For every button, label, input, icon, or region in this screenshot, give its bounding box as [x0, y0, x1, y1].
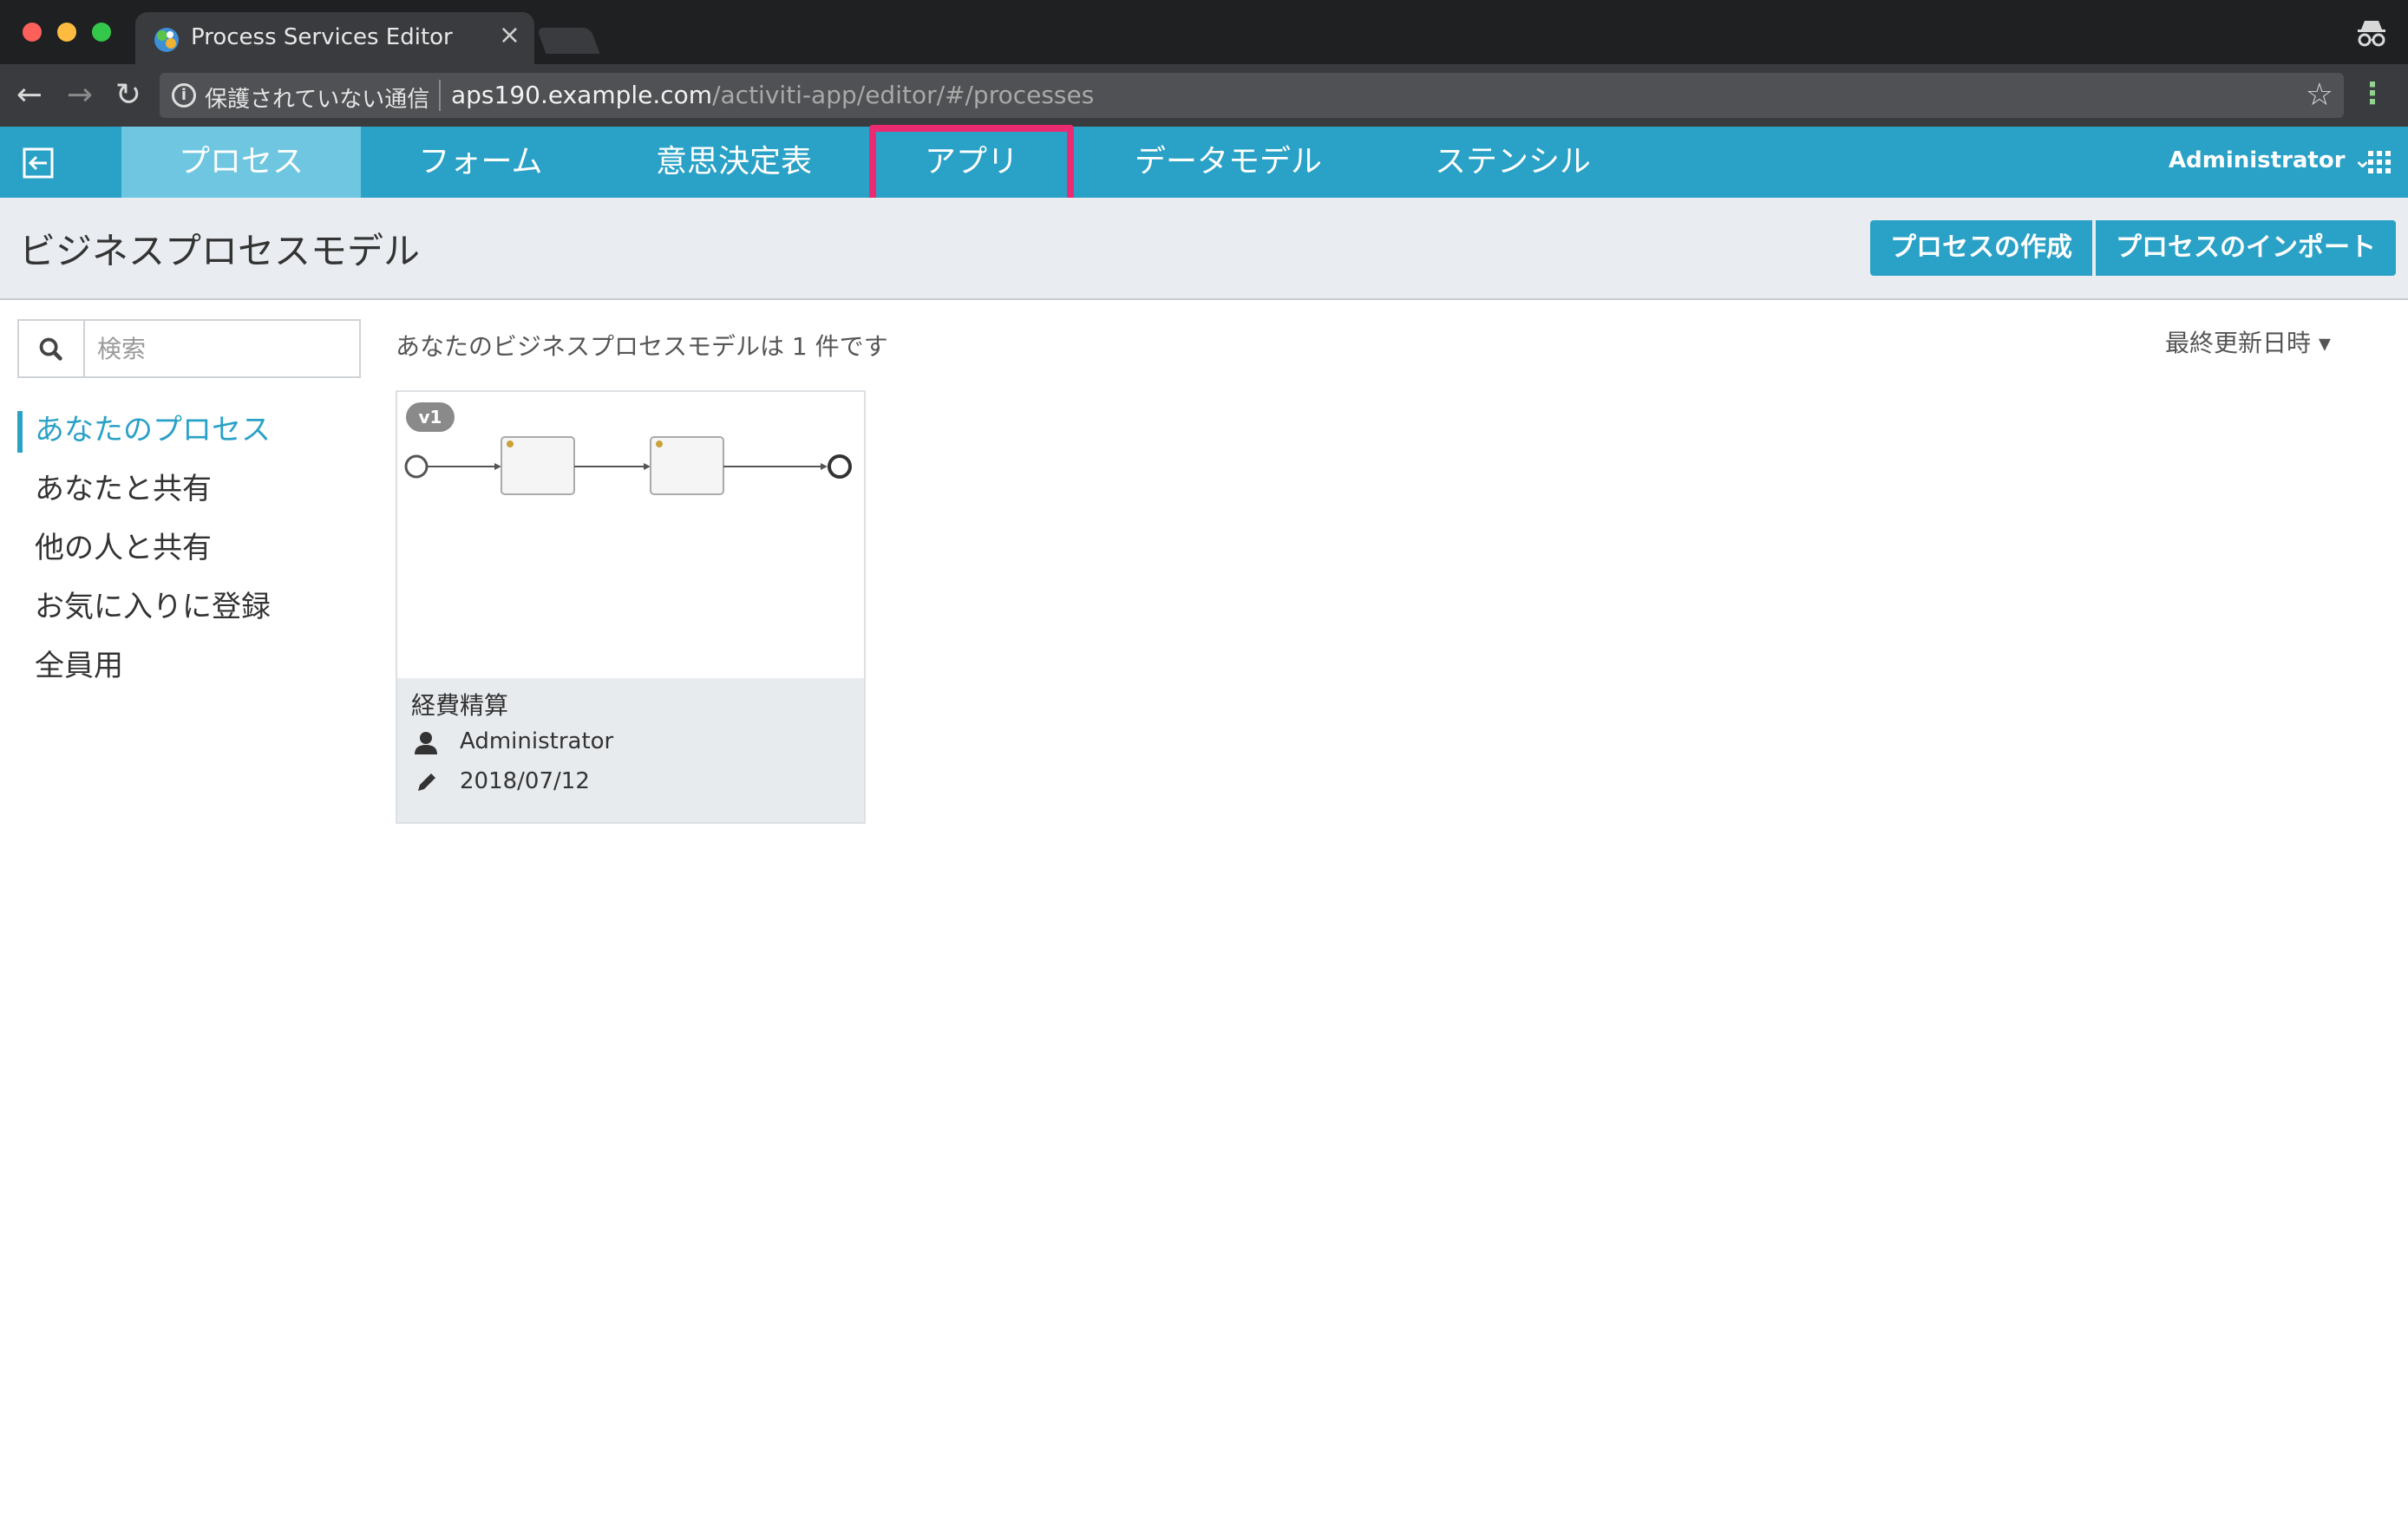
process-thumbnail: v1 — [404, 402, 852, 495]
caret-down-icon: ▾ — [2311, 329, 2331, 357]
start-event-icon — [404, 454, 429, 479]
filter-everyone[interactable]: 全員用 — [17, 640, 364, 699]
new-tab-button[interactable] — [536, 28, 600, 54]
address-bar[interactable]: i 保護されていない通信 aps190.example.com/activiti… — [160, 73, 2344, 118]
card-footer: 経費精算 Administrator 2018/07/12 — [397, 678, 864, 822]
browser-titlebar: Process Services Editor × — [0, 0, 2408, 66]
incognito-icon — [2358, 21, 2385, 47]
import-process-button[interactable]: プロセスのインポート — [2096, 220, 2396, 276]
tab-forms[interactable]: フォーム — [361, 127, 600, 198]
forward-arrow-icon[interactable]: → — [62, 78, 97, 113]
version-label: v1 — [419, 407, 442, 428]
tab-data-models[interactable]: データモデル — [1098, 127, 1358, 198]
address-divider — [439, 80, 441, 111]
user-icon — [415, 732, 437, 754]
tab-decision-tables[interactable]: 意思決定表 — [621, 127, 847, 198]
tab-close-icon[interactable]: × — [499, 23, 520, 49]
model-count-text: あなたのビジネスプロセスモデルは 1 件です — [396, 332, 888, 361]
favicon-icon — [154, 28, 179, 52]
filter-shared-with-you[interactable]: あなたと共有 — [17, 463, 364, 522]
sort-dropdown[interactable]: 最終更新日時 ▾ — [2165, 324, 2331, 359]
user-menu[interactable]: Administrator ⌄ — [2169, 147, 2372, 173]
page-header: ビジネスプロセスモデル プロセスの作成 プロセスのインポート — [0, 198, 2408, 300]
create-process-button[interactable]: プロセスの作成 — [1870, 220, 2092, 276]
url-host: aps190.example.com — [451, 81, 713, 109]
url-path: /activiti-app/editor/#/processes — [712, 81, 1095, 109]
sort-label: 最終更新日時 — [2165, 329, 2312, 357]
tab-processes[interactable]: プロセス — [121, 127, 361, 208]
back-to-landing-icon[interactable] — [21, 146, 56, 180]
end-event-icon — [828, 454, 852, 479]
browser-menu-icon[interactable]: ⋮ — [2358, 76, 2387, 111]
browser-toolbar: ← → ↻ i 保護されていない通信 aps190.example.com/ac… — [0, 64, 2408, 127]
tab-stencils[interactable]: ステンシル — [1393, 127, 1633, 198]
page-title: ビジネスプロセスモデル — [19, 230, 421, 272]
search-button[interactable] — [19, 321, 85, 376]
maximize-window-button[interactable] — [92, 23, 111, 42]
filter-favorites[interactable]: お気に入りに登録 — [17, 581, 364, 640]
tab-title: Process Services Editor — [191, 24, 453, 50]
process-filter-list: あなたのプロセス あなたと共有 他の人と共有 お気に入りに登録 全員用 — [17, 404, 364, 699]
reload-icon[interactable]: ↻ — [111, 78, 146, 113]
app-navbar: プロセス フォーム 意思決定表 アプリ データモデル ステンシル Adminis… — [0, 127, 2408, 208]
minimize-window-button[interactable] — [57, 23, 76, 42]
user-name: Administrator — [2169, 147, 2346, 173]
close-window-button[interactable] — [23, 23, 42, 42]
security-warning: 保護されていない通信 — [205, 87, 430, 113]
tab-apps[interactable]: アプリ — [869, 127, 1074, 198]
process-modified-date: 2018/07/12 — [460, 768, 590, 794]
pencil-icon — [418, 774, 435, 791]
process-card[interactable]: v1 経費精算 Administrator 2018/07/12 — [396, 390, 866, 824]
process-owner: Administrator — [460, 728, 614, 754]
url-text: aps190.example.com/activiti-app/editor/#… — [451, 81, 1094, 109]
back-arrow-icon[interactable]: ← — [12, 78, 47, 113]
bookmark-star-icon[interactable]: ☆ — [2306, 78, 2333, 113]
process-name: 経費精算 — [411, 691, 509, 720]
search-icon — [39, 337, 62, 361]
search-input[interactable] — [97, 333, 349, 364]
app-grid-icon[interactable] — [2368, 151, 2391, 173]
filter-your-processes[interactable]: あなたのプロセス — [17, 404, 364, 463]
info-icon[interactable]: i — [172, 83, 196, 108]
browser-tab[interactable]: Process Services Editor × — [135, 12, 534, 66]
filter-shared-with-others[interactable]: 他の人と共有 — [17, 522, 364, 581]
search-box — [17, 319, 361, 378]
